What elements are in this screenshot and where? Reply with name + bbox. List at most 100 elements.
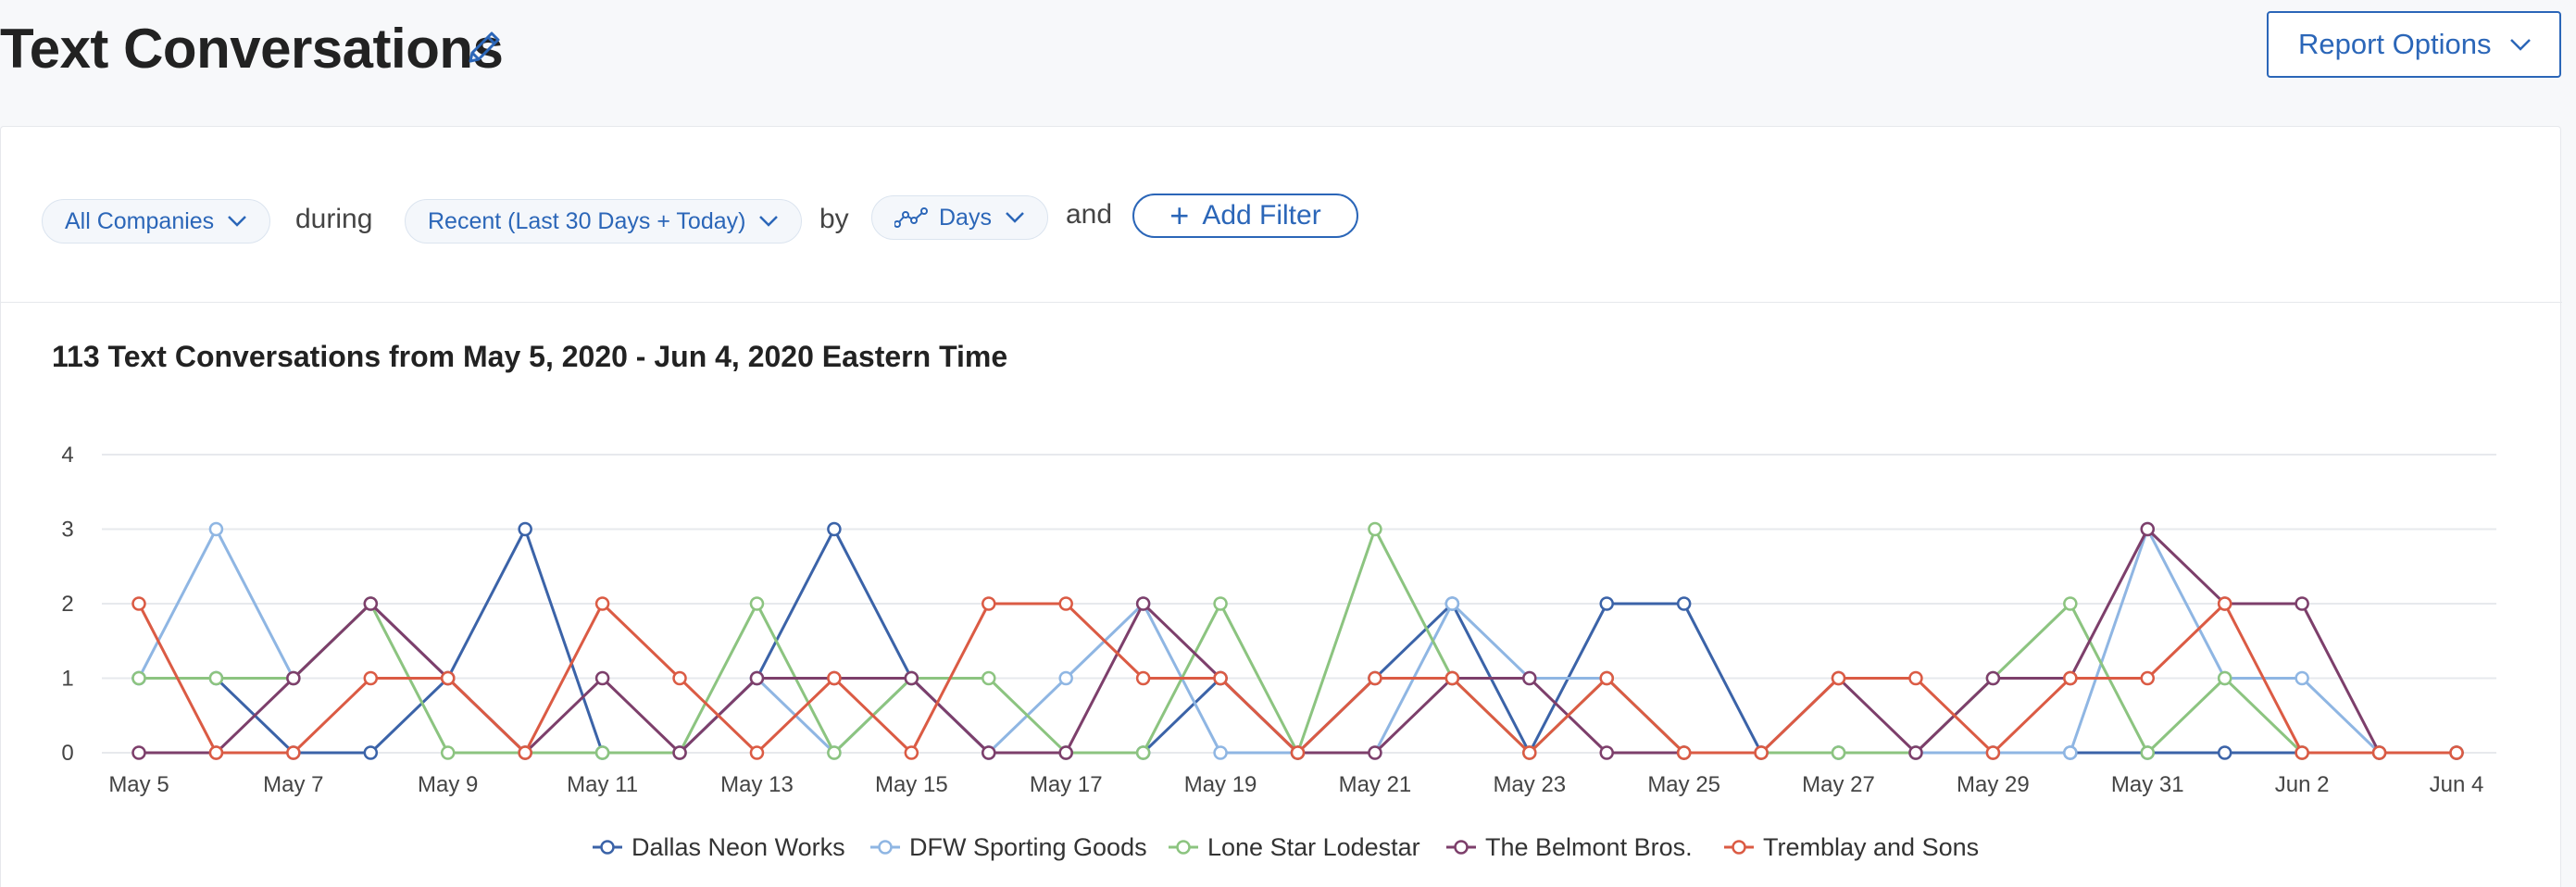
data-point bbox=[1368, 521, 1382, 537]
data-point bbox=[1135, 670, 1151, 686]
data-point bbox=[518, 745, 532, 760]
data-point bbox=[2295, 745, 2309, 760]
legend-label: Dallas Neon Works bbox=[631, 833, 845, 861]
data-point bbox=[1444, 670, 1460, 686]
company-filter-label: All Companies bbox=[65, 207, 215, 234]
x-tick-label: May 27 bbox=[1802, 772, 1875, 797]
data-point bbox=[594, 596, 610, 611]
x-tick-label: Jun 2 bbox=[2275, 772, 2330, 797]
data-point bbox=[827, 745, 842, 760]
data-point bbox=[749, 745, 765, 760]
x-tick-label: May 31 bbox=[2111, 772, 2184, 797]
line-chart: 01234 May 5 May 7 May 9 May 11 May 13 May 15 M… bbox=[61, 443, 2496, 861]
data-point bbox=[440, 745, 456, 760]
filter-bar: All Companies during Recent (Last 30 Day… bbox=[1, 127, 2562, 303]
y-tick-label: 1 bbox=[61, 667, 73, 692]
add-filter-button[interactable]: + Add Filter bbox=[1132, 194, 1358, 238]
x-tick-label: May 29 bbox=[1957, 772, 2030, 797]
data-point bbox=[2063, 745, 2078, 760]
data-point bbox=[749, 670, 765, 686]
data-point bbox=[1368, 745, 1382, 760]
data-point bbox=[2449, 745, 2464, 760]
data-point bbox=[2371, 745, 2387, 760]
date-range-label: Recent (Last 30 Days + Today) bbox=[428, 207, 746, 234]
x-tick-label: May 5 bbox=[108, 772, 169, 797]
interval-dropdown[interactable]: Days bbox=[871, 195, 1048, 240]
chart-legend[interactable]: Dallas Neon Works DFW Sporting Goods Lone … bbox=[593, 833, 1979, 861]
data-point bbox=[1908, 745, 1923, 760]
data-point bbox=[672, 745, 687, 760]
pencil-edit-icon[interactable] bbox=[463, 26, 506, 69]
data-point bbox=[518, 521, 532, 537]
data-point bbox=[1290, 745, 1306, 760]
x-tick-label: May 23 bbox=[1493, 772, 1566, 797]
data-point bbox=[672, 670, 687, 686]
legend-item[interactable]: Dallas Neon Works bbox=[593, 833, 845, 861]
data-point bbox=[363, 670, 379, 686]
legend-marker bbox=[1732, 840, 1746, 855]
x-tick-label: May 9 bbox=[418, 772, 478, 797]
data-point bbox=[208, 521, 224, 537]
data-point bbox=[1058, 596, 1073, 611]
legend-item[interactable]: Lone Star Lodestar bbox=[1169, 833, 1420, 861]
during-word: during bbox=[295, 204, 373, 234]
data-point bbox=[286, 670, 301, 686]
data-point bbox=[1522, 745, 1537, 760]
x-tick-label: May 11 bbox=[567, 772, 638, 797]
data-point bbox=[208, 670, 224, 686]
report-options-label: Report Options bbox=[2298, 28, 2492, 60]
data-point bbox=[1599, 670, 1614, 686]
data-point bbox=[1599, 745, 1614, 760]
data-point bbox=[131, 670, 146, 686]
data-point bbox=[1213, 596, 1228, 611]
data-point bbox=[749, 596, 765, 611]
page-header: Text Conversations Report Options bbox=[0, 0, 2576, 125]
data-point bbox=[1754, 745, 1769, 760]
data-point bbox=[1213, 670, 1228, 686]
data-point bbox=[594, 745, 610, 760]
data-point bbox=[131, 596, 146, 611]
x-tick-label: May 21 bbox=[1339, 772, 1412, 797]
series-the-belmont-bros bbox=[131, 521, 2464, 760]
chevron-down-icon bbox=[759, 216, 779, 227]
data-point bbox=[286, 745, 301, 760]
data-point bbox=[1213, 745, 1228, 760]
legend-item[interactable]: DFW Sporting Goods bbox=[870, 833, 1147, 861]
chevron-down-icon bbox=[1006, 212, 1024, 223]
legend-label: Lone Star Lodestar bbox=[1207, 833, 1420, 861]
data-point bbox=[1599, 596, 1614, 611]
data-point bbox=[1444, 596, 1460, 611]
data-point bbox=[982, 670, 996, 686]
x-tick-label: May 25 bbox=[1647, 772, 1720, 797]
legend-item[interactable]: Tremblay and Sons bbox=[1724, 833, 1979, 861]
x-tick-label: May 13 bbox=[720, 772, 794, 797]
by-word: by bbox=[819, 204, 849, 234]
data-point bbox=[2217, 596, 2232, 611]
data-point bbox=[2140, 670, 2156, 686]
x-axis: May 5 May 7 May 9 May 11 May 13 May 15 May 17 M… bbox=[108, 772, 2483, 797]
data-point bbox=[594, 670, 610, 686]
data-point bbox=[982, 596, 996, 611]
report-options-button[interactable]: Report Options bbox=[2267, 11, 2561, 78]
data-point bbox=[1522, 670, 1537, 686]
data-point bbox=[1985, 670, 2001, 686]
data-point bbox=[827, 670, 842, 686]
data-point bbox=[1985, 745, 2001, 760]
data-point bbox=[2140, 745, 2156, 760]
add-filter-label: Add Filter bbox=[1202, 200, 1321, 231]
series-lone-star-lodestar bbox=[131, 521, 2464, 760]
legend-label: Tremblay and Sons bbox=[1763, 833, 1979, 861]
legend-marker bbox=[1176, 840, 1191, 855]
date-range-dropdown[interactable]: Recent (Last 30 Days + Today) bbox=[405, 199, 803, 244]
legend-marker bbox=[600, 840, 615, 855]
legend-label: DFW Sporting Goods bbox=[909, 833, 1147, 861]
interval-label: Days bbox=[939, 204, 992, 231]
data-point bbox=[2217, 670, 2232, 686]
data-point bbox=[904, 670, 919, 686]
data-point bbox=[1676, 745, 1692, 760]
legend-item[interactable]: The Belmont Bros. bbox=[1446, 833, 1693, 861]
data-point bbox=[2140, 521, 2156, 537]
data-point bbox=[2063, 596, 2078, 611]
data-point bbox=[1831, 670, 1846, 686]
company-filter-dropdown[interactable]: All Companies bbox=[42, 199, 271, 244]
